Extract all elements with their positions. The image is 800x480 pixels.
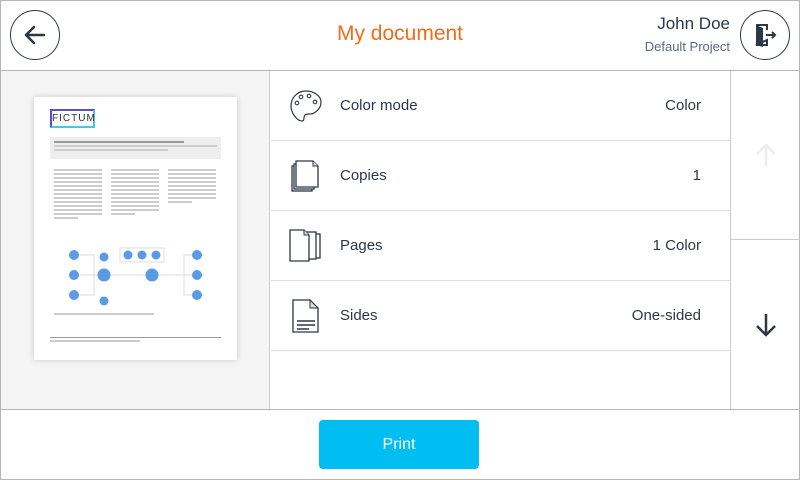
option-label: Copies [340,167,387,184]
option-value: One-sided [631,307,701,324]
scroll-up-button[interactable] [731,71,800,240]
option-label: Pages [340,237,383,254]
preview-column [168,169,216,205]
preview-column [111,169,159,217]
option-copies[interactable]: Copies 1 [271,141,730,211]
option-label: Sides [340,307,378,324]
palette-icon [290,90,322,122]
footer: Print [0,409,800,480]
user-info: John Doe Default Project [645,14,730,54]
option-value: Color [665,97,701,114]
option-value: 1 Color [652,237,701,254]
user-name: John Doe [657,14,730,33]
fictum-logo: FICTUM [50,109,95,128]
document-icon [292,299,320,333]
copies-icon [291,160,319,192]
option-value: 1 [692,167,701,184]
project-name: Default Project [644,39,730,54]
preview-footer-text [50,340,140,342]
preview-caption [54,313,154,315]
preview-diagram [69,247,204,306]
option-label: Color mode [340,97,418,114]
scroll-controls [730,71,800,409]
logout-door-icon [755,24,777,47]
option-color-mode[interactable]: Color mode Color [271,71,730,141]
preview-column [54,169,102,221]
document-page-preview[interactable]: FICTUM [34,97,237,360]
preview-highlight-block [50,137,221,159]
scroll-down-button[interactable] [731,241,800,409]
arrow-up-icon [755,143,776,166]
header: My document John Doe Default Project [0,0,800,71]
logout-button[interactable] [740,10,790,60]
document-preview-panel: FICTUM [1,71,270,409]
option-sides[interactable]: Sides One-sided [271,281,730,351]
print-options-list: Color mode Color Copies 1 Pages 1 Color … [271,71,730,351]
preview-footer-rule [50,337,221,338]
print-button[interactable]: Print [319,420,479,469]
option-pages[interactable]: Pages 1 Color [271,211,730,281]
pages-icon [289,229,321,262]
arrow-down-icon [755,314,776,337]
